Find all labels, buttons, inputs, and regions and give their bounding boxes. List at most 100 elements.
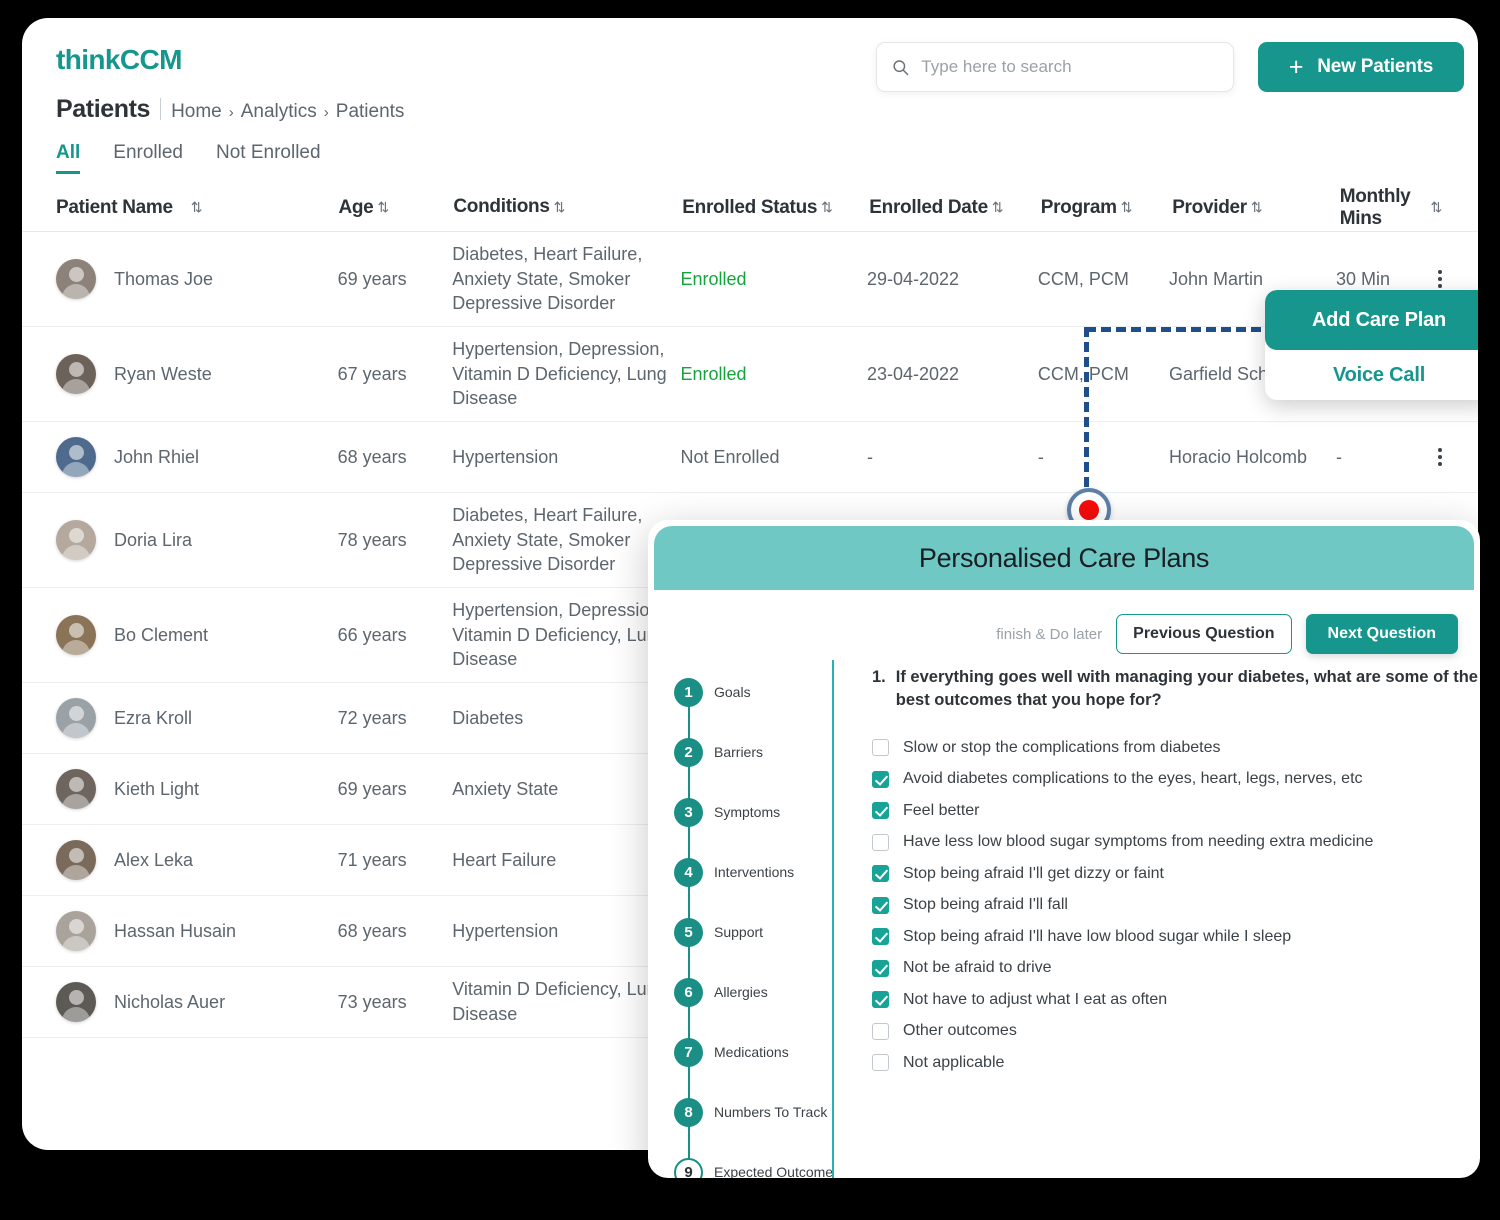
answer-option[interactable]: Stop being afraid I'll fall — [872, 896, 1480, 914]
panel-divider — [832, 660, 834, 1178]
answer-option[interactable]: Slow or stop the complications from diab… — [872, 739, 1480, 757]
sort-icon: ⇅ — [1121, 199, 1132, 216]
care-plan-step-expected-outcome[interactable]: 9Expected Outcome — [674, 1142, 844, 1178]
more-options-icon[interactable] — [1438, 270, 1442, 288]
checkbox-checked-icon[interactable] — [872, 960, 889, 977]
care-plan-toolbar: finish & Do later Previous Question Next… — [648, 590, 1480, 654]
checkbox-checked-icon[interactable] — [872, 897, 889, 914]
finish-and-do-later-link[interactable]: finish & Do later — [996, 626, 1102, 643]
checkbox-unchecked-icon[interactable] — [872, 834, 889, 851]
checkbox-checked-icon[interactable] — [872, 802, 889, 819]
care-plan-header: Personalised Care Plans — [654, 526, 1474, 590]
table-cell-patient-name: Nicholas Auer — [56, 982, 338, 1022]
column-header-program[interactable]: Program ⇅ — [1041, 197, 1172, 219]
care-plan-step-allergies[interactable]: 6 Allergies — [674, 962, 844, 1022]
column-header-patient-name[interactable]: Patient Name ⇅ — [56, 197, 338, 219]
care-plan-step-numbers-to-track[interactable]: 8Numbers To Track — [674, 1082, 844, 1142]
table-row[interactable]: Thomas Joe69 yearsDiabetes, Heart Failur… — [22, 232, 1478, 327]
answer-option-label: Other outcomes — [903, 1022, 1017, 1040]
care-plan-step-support[interactable]: 5Support — [674, 902, 844, 962]
previous-question-button[interactable]: Previous Question — [1116, 614, 1291, 654]
column-header-enrolled-date[interactable]: Enrolled Date ⇅ — [869, 197, 1040, 219]
table-cell-patient-name: Hassan Husain — [56, 911, 338, 951]
step-number-badge: 5 — [674, 918, 703, 947]
answer-option-label: Have less low blood sugar symptoms from … — [903, 833, 1373, 851]
care-plan-step-interventions[interactable]: 4Interventions — [674, 842, 844, 902]
patient-name-label: Doria Lira — [114, 530, 192, 551]
answer-option[interactable]: Avoid diabetes complications to the eyes… — [872, 770, 1480, 788]
column-header-provider[interactable]: Provider ⇅ — [1172, 197, 1340, 219]
step-number-badge: 8 — [674, 1098, 703, 1127]
answer-option[interactable]: Not be afraid to drive — [872, 959, 1480, 977]
table-cell-program: CCM, PCM — [1038, 269, 1169, 290]
answer-option[interactable]: Stop being afraid I'll get dizzy or fain… — [872, 865, 1480, 883]
answer-option[interactable]: Stop being afraid I'll have low blood su… — [872, 928, 1480, 946]
checkbox-unchecked-icon[interactable] — [872, 739, 889, 756]
col-label: Age — [338, 197, 373, 219]
answer-option[interactable]: Other outcomes — [872, 1022, 1480, 1040]
table-cell-date: - — [867, 447, 1038, 468]
care-plan-step-medications[interactable]: 7Medications — [674, 1022, 844, 1082]
table-cell-date: 29-04-2022 — [867, 269, 1038, 290]
table-cell-conditions: Heart Failure — [452, 848, 680, 873]
table-row[interactable]: John Rhiel68 yearsHypertensionNot Enroll… — [22, 422, 1478, 493]
step-label: Goals — [714, 684, 751, 700]
answer-option[interactable]: Have less low blood sugar symptoms from … — [872, 833, 1480, 851]
patient-name-label: Alex Leka — [114, 850, 193, 871]
search-box[interactable] — [876, 42, 1234, 92]
tab-not-enrolled[interactable]: Not Enrolled — [216, 142, 321, 171]
voice-call-menu-item[interactable]: Voice Call — [1265, 350, 1478, 400]
step-number-badge: 6 — [674, 978, 703, 1007]
answer-option[interactable]: Not applicable — [872, 1054, 1480, 1072]
checkbox-checked-icon[interactable] — [872, 991, 889, 1008]
avatar — [56, 259, 96, 299]
new-patients-label: New Patients — [1317, 56, 1433, 78]
care-plan-step-goals[interactable]: 1Goals — [674, 662, 844, 722]
next-question-button[interactable]: Next Question — [1306, 614, 1458, 654]
care-plan-step-barriers[interactable]: 2Barriers — [674, 722, 844, 782]
avatar — [56, 698, 96, 738]
checkbox-checked-icon[interactable] — [872, 928, 889, 945]
breadcrumb-home[interactable]: Home — [171, 101, 222, 123]
breadcrumb-patients[interactable]: Patients — [336, 101, 405, 123]
checkbox-checked-icon[interactable] — [872, 865, 889, 882]
connector-line-horizontal — [1086, 327, 1276, 332]
step-label: Symptoms — [714, 804, 780, 820]
table-cell-patient-name: Bo Clement — [56, 615, 338, 655]
tab-all[interactable]: All — [56, 142, 80, 174]
row-context-menu: Add Care Plan Voice Call — [1265, 290, 1478, 400]
step-label: Allergies — [714, 984, 768, 1000]
tab-enrolled[interactable]: Enrolled — [113, 142, 183, 171]
column-header-conditions[interactable]: Conditions ⇅ — [453, 194, 682, 220]
add-new-patients-button[interactable]: + New Patients — [1258, 42, 1464, 92]
table-cell-age: 67 years — [338, 364, 453, 385]
search-input[interactable] — [921, 57, 1218, 77]
avatar — [56, 437, 96, 477]
checkbox-unchecked-icon[interactable] — [872, 1054, 889, 1071]
answer-option-label: Feel better — [903, 802, 979, 820]
table-cell-age: 73 years — [338, 992, 453, 1013]
column-header-age[interactable]: Age ⇅ — [338, 197, 453, 219]
step-number-badge: 4 — [674, 858, 703, 887]
column-header-enrolled-status[interactable]: Enrolled Status ⇅ — [682, 197, 869, 219]
more-options-icon[interactable] — [1438, 448, 1442, 466]
checkbox-unchecked-icon[interactable] — [872, 1023, 889, 1040]
chevron-right-icon: › — [229, 104, 234, 121]
patient-name-label: Kieth Light — [114, 779, 199, 800]
care-plan-step-symptoms[interactable]: 3Symptoms — [674, 782, 844, 842]
table-cell-provider: Horacio Holcomb — [1169, 447, 1336, 468]
answer-option[interactable]: Feel better — [872, 802, 1480, 820]
answer-option[interactable]: Not have to adjust what I eat as often — [872, 991, 1480, 1009]
sort-icon: ⇅ — [1431, 199, 1442, 216]
answer-option-label: Not have to adjust what I eat as often — [903, 991, 1167, 1009]
screenshot-stage: thinkCCM Patients Home › Analytics › Pat… — [0, 0, 1500, 1220]
breadcrumb-analytics[interactable]: Analytics — [241, 101, 317, 123]
add-care-plan-button[interactable]: Add Care Plan — [1265, 290, 1478, 350]
column-header-monthly-mins[interactable]: Monthly Mins ⇅ — [1340, 186, 1442, 230]
table-cell-patient-name: Ezra Kroll — [56, 698, 338, 738]
checkbox-checked-icon[interactable] — [872, 771, 889, 788]
table-row[interactable]: Ryan Weste67 yearsHypertension, Depressi… — [22, 327, 1478, 422]
table-cell-status: Enrolled — [680, 269, 866, 290]
answer-options-list: Slow or stop the complications from diab… — [872, 739, 1480, 1072]
col-label: Conditions — [453, 194, 549, 220]
